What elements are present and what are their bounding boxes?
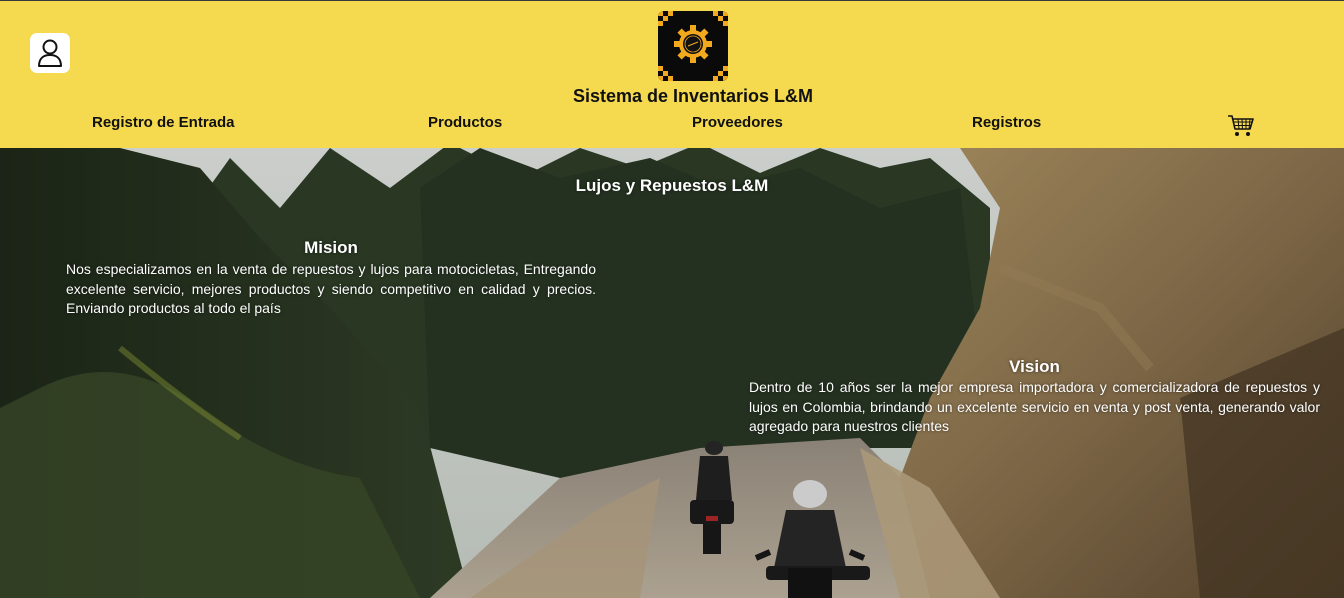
user-button[interactable] (30, 33, 70, 73)
mision-title: Mision (304, 238, 358, 257)
site-header: Sistema de Inventarios L&M Registro de E… (0, 1, 1344, 148)
mision-text: Nos especializamos en la venta de repues… (66, 261, 596, 316)
shopping-cart-icon (1228, 115, 1254, 136)
vision-text: Dentro de 10 años ser la mejor empresa i… (749, 379, 1320, 434)
nav-registro-entrada[interactable]: Registro de Entrada (92, 114, 235, 131)
user-icon (38, 39, 62, 67)
nav-registros[interactable]: Registros (972, 114, 1041, 131)
nav-productos[interactable]: Productos (428, 114, 502, 131)
brand-title: Sistema de Inventarios L&M (572, 86, 814, 106)
cart-button[interactable] (1227, 114, 1255, 138)
hero-section: Lujos y Repuestos L&M Mision Nos especia… (0, 148, 1344, 598)
gear-logo-icon (658, 11, 728, 81)
hero-title: Lujos y Repuestos L&M (575, 176, 769, 195)
nav-proveedores[interactable]: Proveedores (692, 114, 783, 131)
logo[interactable] (658, 11, 728, 81)
vision-title: Vision (1009, 357, 1060, 376)
